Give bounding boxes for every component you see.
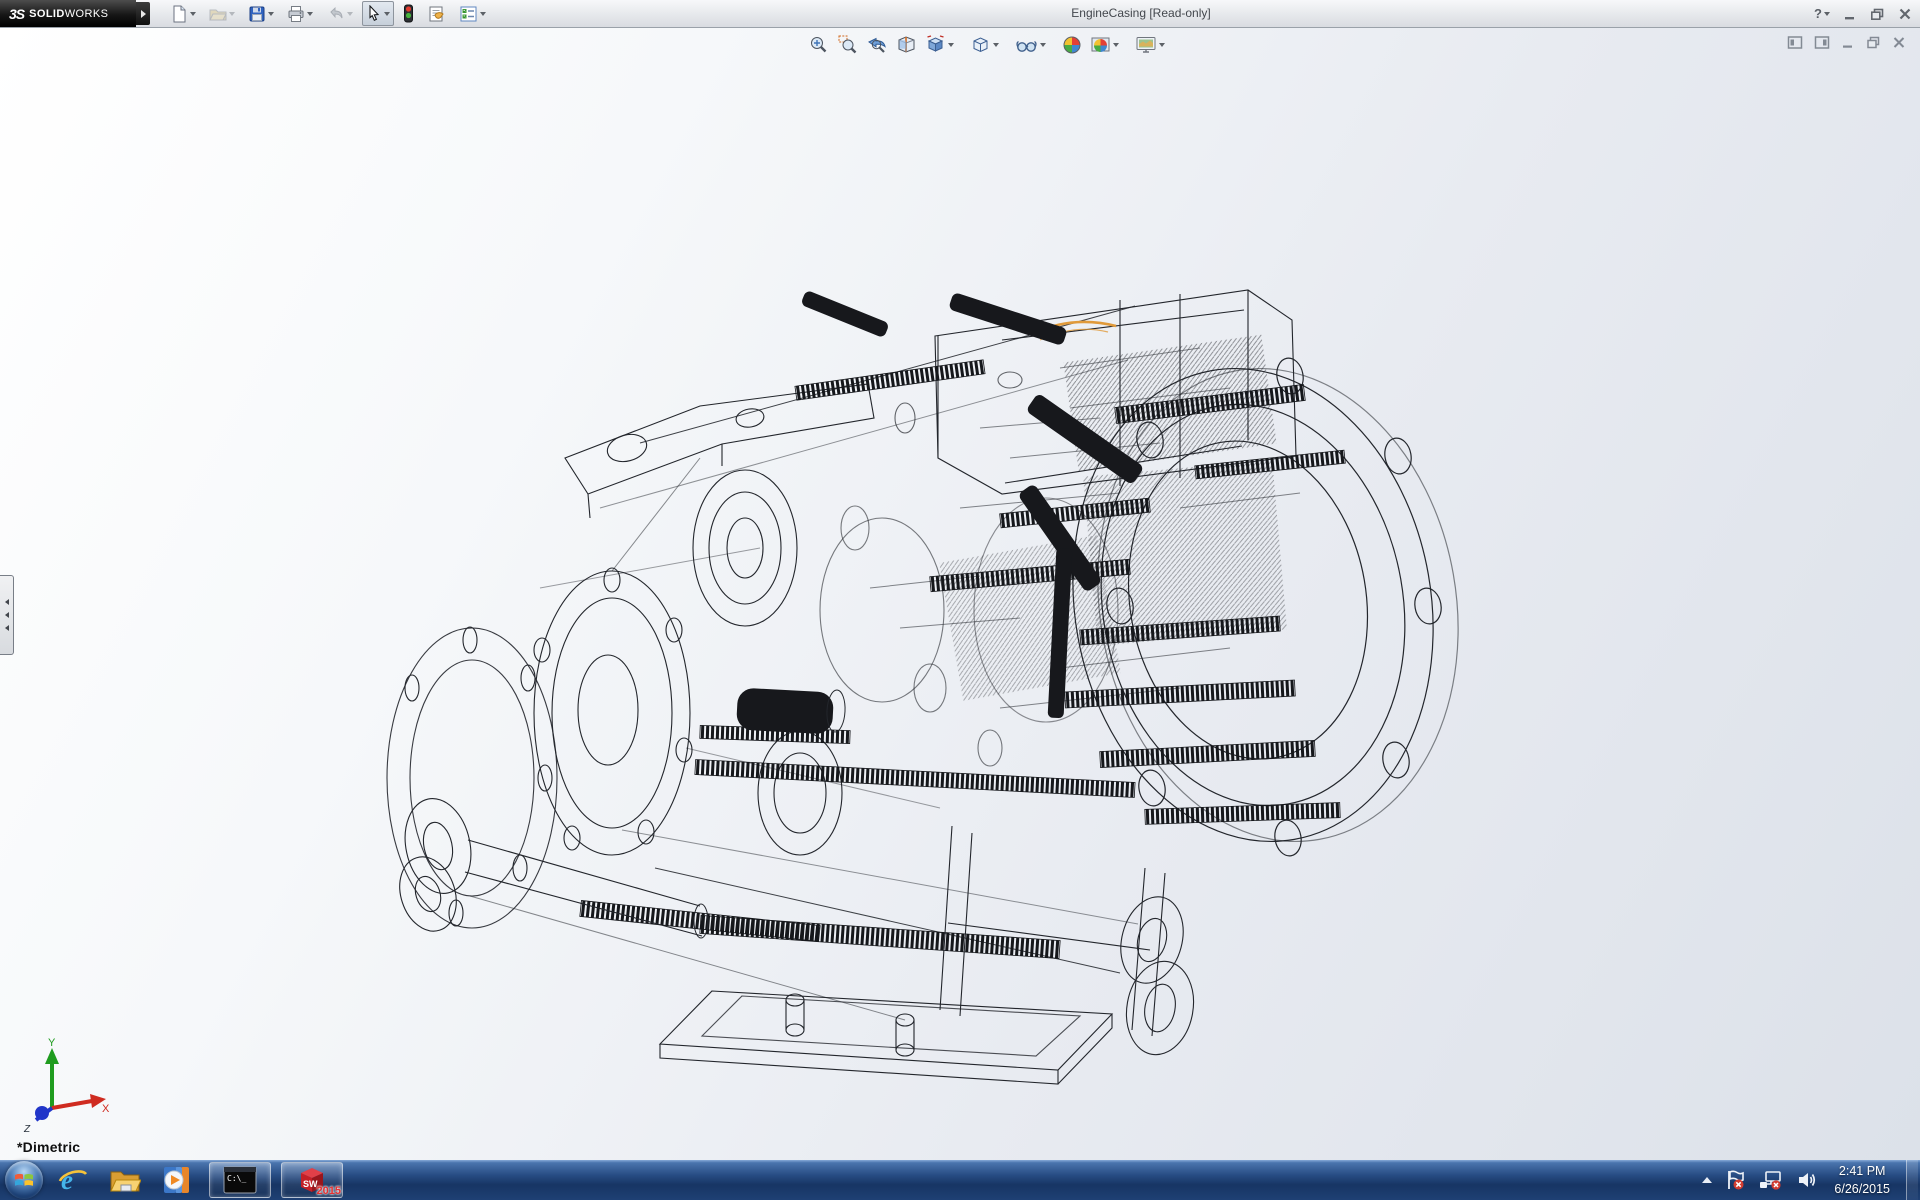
options-dropdown-icon[interactable]: [480, 12, 486, 16]
menu-flyout-button[interactable]: [136, 2, 150, 25]
window-title: EngineCasing [Read-only]: [1071, 6, 1210, 20]
sw-year-badge: 2015: [317, 1185, 341, 1197]
open-dropdown-icon: [229, 12, 235, 16]
show-hidden-icons-icon[interactable]: [1702, 1177, 1712, 1183]
network-disconnected-icon[interactable]: [1758, 1169, 1784, 1191]
save-icon: [248, 5, 266, 23]
solidworks-taskbar-button[interactable]: SW 2015: [281, 1162, 343, 1198]
new-document-icon: [170, 5, 188, 23]
triad-z-label: Z: [23, 1124, 31, 1132]
help-button[interactable]: ?: [1814, 6, 1830, 21]
clock-time: 2:41 PM: [1834, 1162, 1890, 1180]
media-player-button[interactable]: [155, 1162, 199, 1198]
minimize-button[interactable]: [1843, 7, 1857, 21]
file-properties-button[interactable]: [423, 1, 450, 26]
new-document-button[interactable]: [166, 1, 200, 26]
media-player-icon: [161, 1164, 193, 1196]
internal-detail-clusters: [870, 335, 1300, 708]
undo-dropdown-icon: [347, 12, 353, 16]
window-controls: ?: [1814, 0, 1912, 27]
triad-x-label: X: [102, 1103, 110, 1115]
quick-access-toolbar: [166, 1, 490, 26]
start-button[interactable]: [5, 1161, 43, 1199]
brand-name-light: WORKS: [65, 8, 109, 20]
windows-flag-icon: [14, 1170, 34, 1190]
triad-y-label: Y: [48, 1037, 56, 1049]
open-button[interactable]: [205, 1, 239, 26]
print-dropdown-icon[interactable]: [307, 12, 313, 16]
titlebar: 3S SOLIDWORKS: [0, 0, 1920, 28]
open-icon: [209, 5, 227, 23]
solidworks-window: 3S SOLIDWORKS: [0, 0, 1920, 1200]
command-prompt-icon: C:\_: [223, 1166, 257, 1194]
volume-icon[interactable]: [1796, 1169, 1818, 1191]
engine-casing-wireframe-model[interactable]: [0, 28, 1920, 1160]
folder-icon: [109, 1165, 141, 1195]
brand-mark: 3S: [9, 6, 24, 22]
save-dropdown-icon[interactable]: [268, 12, 274, 16]
help-icon: ?: [1814, 6, 1822, 21]
cmd-prompt-text: C:\_: [227, 1174, 246, 1183]
system-tray: 2:41 PM 6/26/2015: [1702, 1160, 1920, 1200]
internet-explorer-icon: e: [57, 1164, 89, 1196]
options-button[interactable]: [455, 1, 490, 26]
select-button[interactable]: [362, 1, 394, 26]
print-icon: [287, 5, 305, 23]
action-center-flag-icon[interactable]: [1724, 1169, 1746, 1191]
options-icon: [459, 5, 478, 23]
print-button[interactable]: [283, 1, 317, 26]
select-dropdown-icon[interactable]: [384, 12, 390, 16]
flyout-arrow-icon: [141, 10, 146, 18]
undo-button: [322, 1, 357, 26]
clock-date: 6/26/2015: [1834, 1180, 1890, 1198]
view-orientation-label: *Dimetric: [17, 1139, 80, 1155]
internet-explorer-button[interactable]: e: [51, 1162, 95, 1198]
svg-text:e: e: [61, 1165, 73, 1195]
windows-explorer-button[interactable]: [103, 1162, 147, 1198]
top-mounting-plate: [565, 384, 874, 518]
help-dropdown-icon[interactable]: [1824, 12, 1830, 16]
restore-button[interactable]: [1870, 7, 1885, 21]
close-button[interactable]: [1898, 7, 1912, 21]
base-plate: [660, 826, 1165, 1084]
graphics-viewport[interactable]: Y X Z *Dimetric: [0, 28, 1920, 1160]
undo-icon: [326, 5, 345, 23]
file-properties-icon: [427, 5, 446, 23]
rebuild-traffic-light-icon: [403, 4, 414, 23]
solidworks-logo: 3S SOLIDWORKS: [0, 0, 136, 27]
brand-name-bold: SOLID: [29, 8, 65, 20]
show-desktop-button[interactable]: [1906, 1160, 1918, 1200]
select-cursor-icon: [366, 5, 382, 22]
save-button[interactable]: [244, 1, 278, 26]
taskbar-clock[interactable]: 2:41 PM 6/26/2015: [1830, 1162, 1894, 1198]
rebuild-button[interactable]: [399, 1, 418, 26]
taskbar: e C:\_: [0, 1160, 1920, 1200]
new-dropdown-icon[interactable]: [190, 12, 196, 16]
reference-triad: Y X Z: [18, 1036, 110, 1132]
command-prompt-button[interactable]: C:\_: [209, 1162, 271, 1198]
left-cover-ring: [387, 568, 692, 928]
